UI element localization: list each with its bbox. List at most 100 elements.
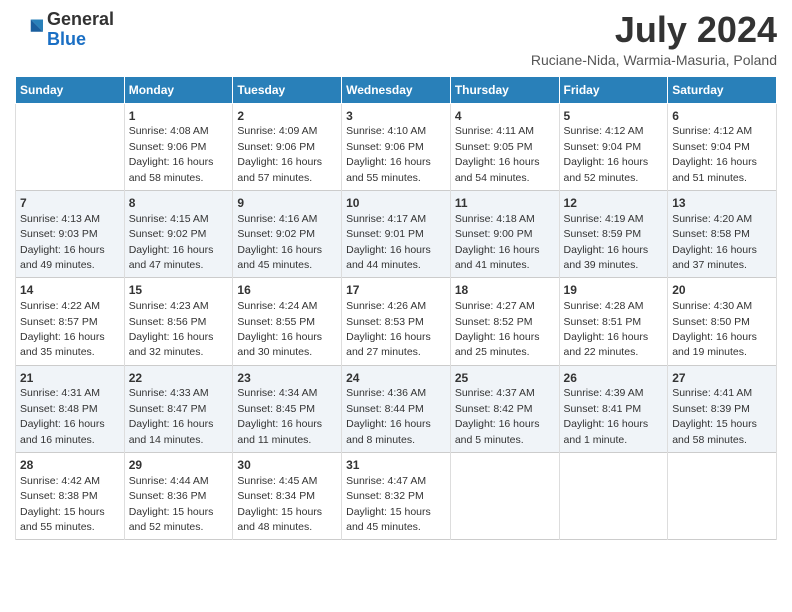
day-number: 10 xyxy=(346,195,446,212)
day-info: Sunrise: 4:42 AMSunset: 8:38 PMDaylight:… xyxy=(20,475,105,533)
calendar-week-row: 21Sunrise: 4:31 AMSunset: 8:48 PMDayligh… xyxy=(16,365,777,452)
calendar-cell: 14Sunrise: 4:22 AMSunset: 8:57 PMDayligh… xyxy=(16,278,125,365)
calendar-week-row: 14Sunrise: 4:22 AMSunset: 8:57 PMDayligh… xyxy=(16,278,777,365)
day-number: 5 xyxy=(564,108,664,125)
calendar-week-row: 1Sunrise: 4:08 AMSunset: 9:06 PMDaylight… xyxy=(16,103,777,190)
day-info: Sunrise: 4:34 AMSunset: 8:45 PMDaylight:… xyxy=(237,387,322,445)
calendar-table: Sunday Monday Tuesday Wednesday Thursday… xyxy=(15,76,777,541)
calendar-header: Sunday Monday Tuesday Wednesday Thursday… xyxy=(16,76,777,103)
day-info: Sunrise: 4:08 AMSunset: 9:06 PMDaylight:… xyxy=(129,125,214,183)
page-header: General Blue July 2024 Ruciane-Nida, War… xyxy=(15,10,777,68)
logo-text: General Blue xyxy=(47,10,114,50)
day-info: Sunrise: 4:33 AMSunset: 8:47 PMDaylight:… xyxy=(129,387,214,445)
day-number: 9 xyxy=(237,195,337,212)
day-number: 17 xyxy=(346,282,446,299)
day-number: 26 xyxy=(564,370,664,387)
day-info: Sunrise: 4:41 AMSunset: 8:39 PMDaylight:… xyxy=(672,387,757,445)
day-info: Sunrise: 4:39 AMSunset: 8:41 PMDaylight:… xyxy=(564,387,649,445)
col-friday: Friday xyxy=(559,76,668,103)
calendar-cell: 3Sunrise: 4:10 AMSunset: 9:06 PMDaylight… xyxy=(342,103,451,190)
day-number: 27 xyxy=(672,370,772,387)
day-number: 7 xyxy=(20,195,120,212)
calendar-cell: 4Sunrise: 4:11 AMSunset: 9:05 PMDaylight… xyxy=(450,103,559,190)
day-number: 31 xyxy=(346,457,446,474)
day-number: 19 xyxy=(564,282,664,299)
month-title: July 2024 xyxy=(531,10,777,50)
col-thursday: Thursday xyxy=(450,76,559,103)
day-number: 29 xyxy=(129,457,229,474)
calendar-cell: 17Sunrise: 4:26 AMSunset: 8:53 PMDayligh… xyxy=(342,278,451,365)
calendar-cell xyxy=(16,103,125,190)
calendar-cell: 28Sunrise: 4:42 AMSunset: 8:38 PMDayligh… xyxy=(16,453,125,540)
day-number: 16 xyxy=(237,282,337,299)
day-info: Sunrise: 4:13 AMSunset: 9:03 PMDaylight:… xyxy=(20,213,105,271)
calendar-cell: 27Sunrise: 4:41 AMSunset: 8:39 PMDayligh… xyxy=(668,365,777,452)
day-number: 8 xyxy=(129,195,229,212)
col-saturday: Saturday xyxy=(668,76,777,103)
day-info: Sunrise: 4:18 AMSunset: 9:00 PMDaylight:… xyxy=(455,213,540,271)
calendar-cell: 29Sunrise: 4:44 AMSunset: 8:36 PMDayligh… xyxy=(124,453,233,540)
calendar-cell: 9Sunrise: 4:16 AMSunset: 9:02 PMDaylight… xyxy=(233,190,342,277)
day-info: Sunrise: 4:37 AMSunset: 8:42 PMDaylight:… xyxy=(455,387,540,445)
calendar-cell: 1Sunrise: 4:08 AMSunset: 9:06 PMDaylight… xyxy=(124,103,233,190)
day-info: Sunrise: 4:20 AMSunset: 8:58 PMDaylight:… xyxy=(672,213,757,271)
calendar-cell xyxy=(559,453,668,540)
day-info: Sunrise: 4:19 AMSunset: 8:59 PMDaylight:… xyxy=(564,213,649,271)
day-info: Sunrise: 4:12 AMSunset: 9:04 PMDaylight:… xyxy=(672,125,757,183)
day-number: 21 xyxy=(20,370,120,387)
day-number: 1 xyxy=(129,108,229,125)
calendar-cell: 30Sunrise: 4:45 AMSunset: 8:34 PMDayligh… xyxy=(233,453,342,540)
header-row: Sunday Monday Tuesday Wednesday Thursday… xyxy=(16,76,777,103)
day-info: Sunrise: 4:30 AMSunset: 8:50 PMDaylight:… xyxy=(672,300,757,358)
day-number: 28 xyxy=(20,457,120,474)
calendar-cell: 11Sunrise: 4:18 AMSunset: 9:00 PMDayligh… xyxy=(450,190,559,277)
day-info: Sunrise: 4:22 AMSunset: 8:57 PMDaylight:… xyxy=(20,300,105,358)
calendar-cell: 21Sunrise: 4:31 AMSunset: 8:48 PMDayligh… xyxy=(16,365,125,452)
day-number: 24 xyxy=(346,370,446,387)
day-number: 4 xyxy=(455,108,555,125)
day-info: Sunrise: 4:12 AMSunset: 9:04 PMDaylight:… xyxy=(564,125,649,183)
day-info: Sunrise: 4:27 AMSunset: 8:52 PMDaylight:… xyxy=(455,300,540,358)
col-tuesday: Tuesday xyxy=(233,76,342,103)
calendar-cell: 19Sunrise: 4:28 AMSunset: 8:51 PMDayligh… xyxy=(559,278,668,365)
day-info: Sunrise: 4:36 AMSunset: 8:44 PMDaylight:… xyxy=(346,387,431,445)
day-number: 22 xyxy=(129,370,229,387)
day-number: 18 xyxy=(455,282,555,299)
day-info: Sunrise: 4:45 AMSunset: 8:34 PMDaylight:… xyxy=(237,475,322,533)
generalblue-logo-icon xyxy=(15,16,43,44)
calendar-cell: 10Sunrise: 4:17 AMSunset: 9:01 PMDayligh… xyxy=(342,190,451,277)
calendar-cell: 26Sunrise: 4:39 AMSunset: 8:41 PMDayligh… xyxy=(559,365,668,452)
day-number: 6 xyxy=(672,108,772,125)
day-info: Sunrise: 4:44 AMSunset: 8:36 PMDaylight:… xyxy=(129,475,214,533)
calendar-cell: 25Sunrise: 4:37 AMSunset: 8:42 PMDayligh… xyxy=(450,365,559,452)
calendar-cell: 18Sunrise: 4:27 AMSunset: 8:52 PMDayligh… xyxy=(450,278,559,365)
day-info: Sunrise: 4:17 AMSunset: 9:01 PMDaylight:… xyxy=(346,213,431,271)
col-monday: Monday xyxy=(124,76,233,103)
calendar-cell xyxy=(450,453,559,540)
calendar-cell: 13Sunrise: 4:20 AMSunset: 8:58 PMDayligh… xyxy=(668,190,777,277)
calendar-cell: 20Sunrise: 4:30 AMSunset: 8:50 PMDayligh… xyxy=(668,278,777,365)
calendar-cell: 7Sunrise: 4:13 AMSunset: 9:03 PMDaylight… xyxy=(16,190,125,277)
day-number: 2 xyxy=(237,108,337,125)
calendar-cell: 31Sunrise: 4:47 AMSunset: 8:32 PMDayligh… xyxy=(342,453,451,540)
calendar-cell xyxy=(668,453,777,540)
calendar-cell: 22Sunrise: 4:33 AMSunset: 8:47 PMDayligh… xyxy=(124,365,233,452)
calendar-cell: 2Sunrise: 4:09 AMSunset: 9:06 PMDaylight… xyxy=(233,103,342,190)
day-number: 11 xyxy=(455,195,555,212)
calendar-cell: 15Sunrise: 4:23 AMSunset: 8:56 PMDayligh… xyxy=(124,278,233,365)
day-number: 30 xyxy=(237,457,337,474)
calendar-cell: 12Sunrise: 4:19 AMSunset: 8:59 PMDayligh… xyxy=(559,190,668,277)
day-info: Sunrise: 4:28 AMSunset: 8:51 PMDaylight:… xyxy=(564,300,649,358)
logo-general: General xyxy=(47,9,114,29)
calendar-cell: 5Sunrise: 4:12 AMSunset: 9:04 PMDaylight… xyxy=(559,103,668,190)
calendar-week-row: 28Sunrise: 4:42 AMSunset: 8:38 PMDayligh… xyxy=(16,453,777,540)
col-wednesday: Wednesday xyxy=(342,76,451,103)
day-number: 3 xyxy=(346,108,446,125)
day-info: Sunrise: 4:26 AMSunset: 8:53 PMDaylight:… xyxy=(346,300,431,358)
calendar-week-row: 7Sunrise: 4:13 AMSunset: 9:03 PMDaylight… xyxy=(16,190,777,277)
day-number: 12 xyxy=(564,195,664,212)
day-number: 23 xyxy=(237,370,337,387)
calendar-cell: 23Sunrise: 4:34 AMSunset: 8:45 PMDayligh… xyxy=(233,365,342,452)
calendar-cell: 16Sunrise: 4:24 AMSunset: 8:55 PMDayligh… xyxy=(233,278,342,365)
col-sunday: Sunday xyxy=(16,76,125,103)
